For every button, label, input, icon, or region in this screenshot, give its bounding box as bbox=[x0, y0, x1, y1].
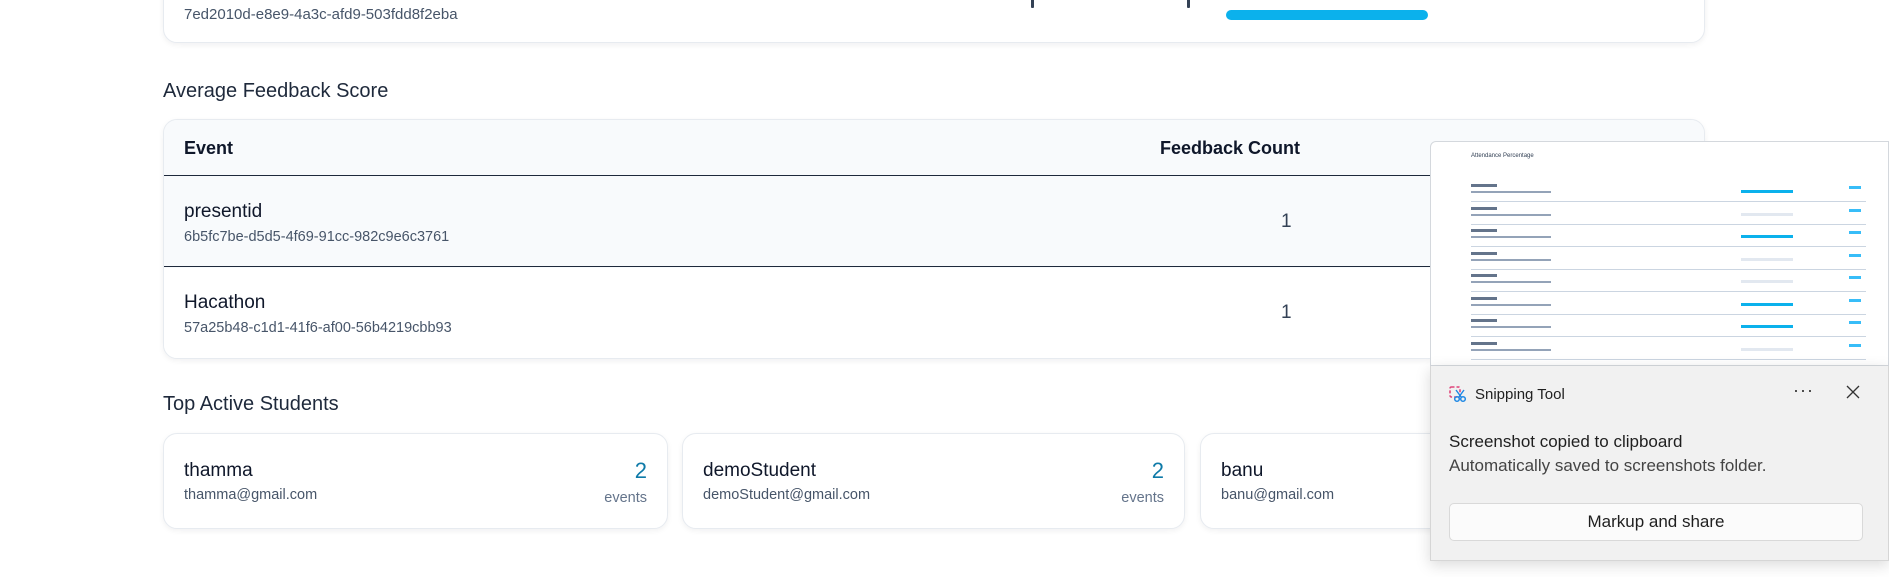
event-count-unit: events bbox=[1121, 490, 1164, 506]
event-attendance-card: 7ed2010d-e8e9-4a3c-afd9-503fdd8f2eba bbox=[163, 0, 1705, 43]
glyph-fragment bbox=[1187, 0, 1190, 8]
student-email: thamma@gmail.com bbox=[184, 487, 318, 503]
student-card[interactable]: demoStudent demoStudent@gmail.com 2 even… bbox=[682, 433, 1185, 529]
thumbnail-percentage bbox=[1849, 208, 1861, 212]
thumbnail-percentage bbox=[1849, 231, 1861, 234]
student-name: demoStudent bbox=[703, 460, 817, 481]
student-name: banu bbox=[1221, 460, 1264, 481]
event-name: presentid bbox=[184, 201, 263, 222]
student-email: demoStudent@gmail.com bbox=[703, 487, 871, 503]
thumbnail-text-line bbox=[1471, 184, 1497, 187]
thumbnail-progress-bar bbox=[1741, 325, 1793, 328]
thumbnail-text-line bbox=[1471, 341, 1497, 345]
thumbnail-text-line bbox=[1471, 229, 1497, 232]
column-header-event: Event bbox=[184, 138, 234, 158]
thumbnail-text-line bbox=[1471, 236, 1551, 238]
thumbnail-progress-bar bbox=[1741, 302, 1793, 306]
event-count: 2 bbox=[634, 458, 647, 483]
thumbnail-progress-bar bbox=[1741, 212, 1793, 216]
thumbnail-percentage bbox=[1849, 186, 1861, 189]
thumbnail-percentage bbox=[1849, 276, 1861, 279]
notification-title: Screenshot copied to clipboard bbox=[1449, 432, 1683, 451]
thumbnail-text-line bbox=[1471, 303, 1551, 306]
thumbnail-progress-bar bbox=[1741, 347, 1793, 351]
thumbnail-text-line bbox=[1471, 258, 1551, 261]
thumbnail-text-line bbox=[1471, 274, 1497, 277]
thumbnail-progress-bar bbox=[1741, 257, 1793, 261]
thumbnail-percentage bbox=[1849, 253, 1861, 257]
thumbnail-text-line bbox=[1471, 326, 1551, 328]
snipping-tool-notification: Snipping Tool ··· Screenshot copied to c… bbox=[1430, 366, 1889, 561]
thumbnail-title: Attendance Percentage bbox=[1471, 153, 1534, 159]
event-name: Hacathon bbox=[184, 292, 266, 313]
thumbnail-text-line bbox=[1471, 281, 1551, 283]
thumbnail-percentage bbox=[1849, 343, 1861, 347]
thumbnail-progress-bar bbox=[1741, 280, 1793, 283]
feedback-section-title: Average Feedback Score bbox=[163, 80, 389, 102]
feedback-count: 1 bbox=[1281, 211, 1292, 232]
glyph-fragment bbox=[1031, 0, 1034, 8]
student-name: thamma bbox=[184, 460, 253, 481]
thumbnail-row bbox=[1471, 248, 1866, 270]
students-section-title: Top Active Students bbox=[163, 393, 339, 415]
more-options-button[interactable]: ··· bbox=[1793, 380, 1814, 401]
markup-and-share-button[interactable]: Markup and share bbox=[1449, 503, 1863, 541]
thumbnail-row bbox=[1471, 293, 1866, 315]
thumbnail-text-line bbox=[1471, 251, 1497, 255]
thumbnail-percentage bbox=[1849, 298, 1861, 302]
thumbnail-progress-bar bbox=[1741, 190, 1793, 193]
student-email: banu@gmail.com bbox=[1221, 487, 1335, 503]
app-name: Snipping Tool bbox=[1475, 386, 1565, 403]
feedback-count: 1 bbox=[1281, 302, 1292, 323]
event-id: 7ed2010d-e8e9-4a3c-afd9-503fdd8f2eba bbox=[184, 6, 458, 23]
event-id: 57a25b48-c1d1-41f6-af00-56b4219cbb93 bbox=[184, 320, 452, 336]
thumbnail-text-line bbox=[1471, 319, 1497, 322]
student-card[interactable]: thamma thamma@gmail.com 2 events bbox=[163, 433, 668, 529]
thumbnail-row bbox=[1471, 315, 1866, 337]
thumbnail-text-line bbox=[1471, 206, 1497, 210]
thumbnail-row bbox=[1471, 203, 1866, 225]
thumbnail-text-line bbox=[1471, 296, 1497, 300]
snipping-tool-icon bbox=[1449, 386, 1467, 403]
screenshot-thumbnail[interactable]: Attendance Percentage bbox=[1430, 141, 1889, 366]
thumbnail-row bbox=[1471, 180, 1866, 202]
event-id: 6b5fc7be-d5d5-4f69-91cc-982c9e6c3761 bbox=[184, 229, 450, 245]
event-count: 2 bbox=[1151, 458, 1164, 483]
event-count-unit: events bbox=[604, 490, 647, 506]
thumbnail-row bbox=[1471, 338, 1866, 360]
thumbnail-percentage bbox=[1849, 321, 1861, 324]
thumbnail-text-line bbox=[1471, 213, 1551, 216]
thumbnail-progress-bar bbox=[1741, 235, 1793, 238]
close-icon[interactable] bbox=[1843, 382, 1863, 402]
notification-body: Automatically saved to screenshots folde… bbox=[1449, 456, 1767, 475]
thumbnail-text-line bbox=[1471, 191, 1551, 193]
column-header-feedback-count: Feedback Count bbox=[1160, 138, 1301, 158]
thumbnail-row bbox=[1471, 270, 1866, 292]
attendance-progress-bar bbox=[1226, 10, 1428, 20]
thumbnail-text-line bbox=[1471, 348, 1551, 351]
thumbnail-row bbox=[1471, 225, 1866, 247]
